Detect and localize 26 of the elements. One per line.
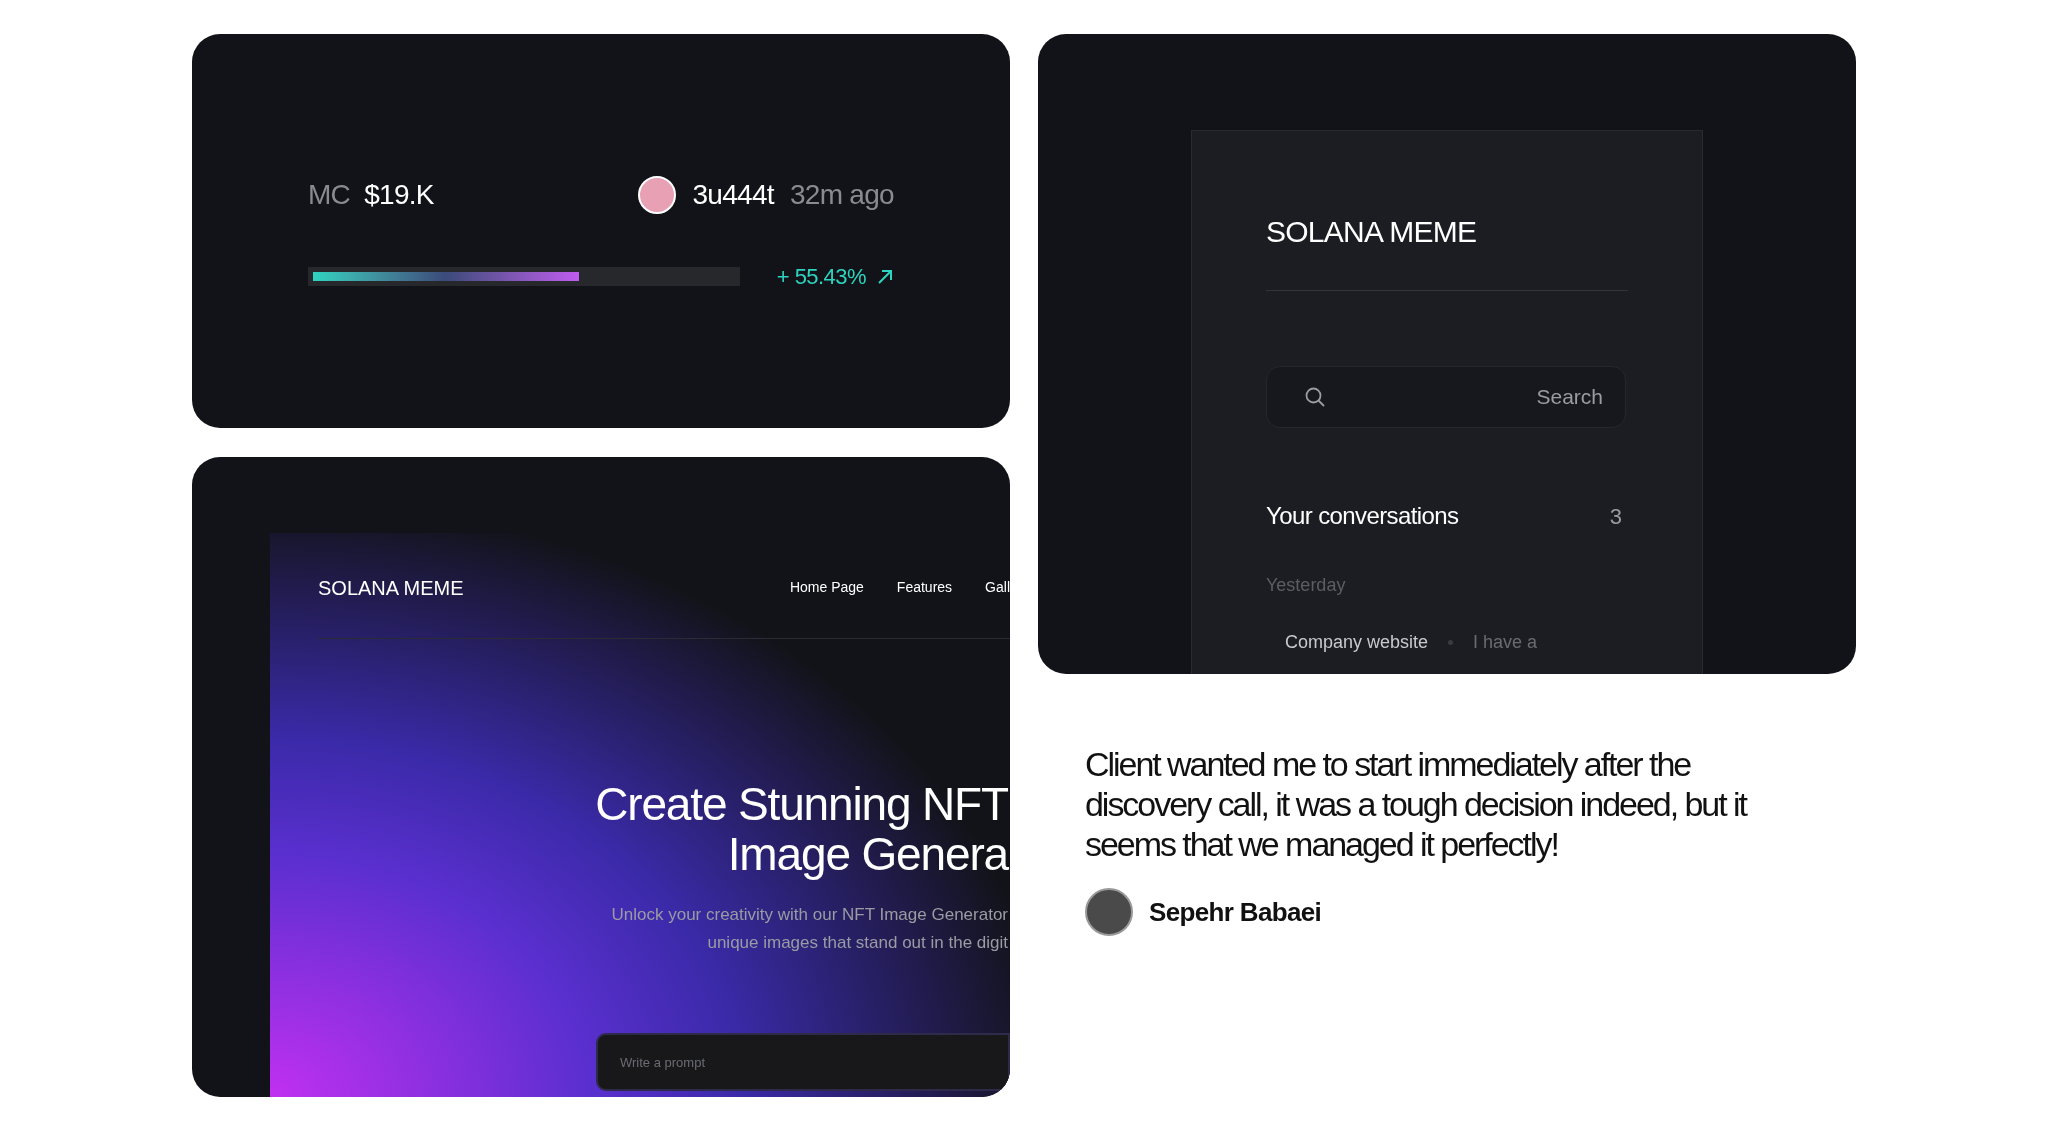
author-name: Sepehr Babaei: [1149, 895, 1322, 929]
market-cap-value: $19.K: [364, 178, 434, 212]
hero-subtitle: Unlock your creativity with our NFT Image Generator: [611, 904, 1008, 926]
post-time: 32m ago: [789, 178, 894, 212]
hero-subtitle: unique images that stand out in the digit: [707, 932, 1008, 954]
section-title: Your conversations: [1266, 501, 1459, 531]
search-field[interactable]: Search: [1266, 366, 1626, 428]
nav-link[interactable]: Gall: [985, 577, 1010, 598]
avatar: [638, 176, 677, 214]
conversation-item[interactable]: Company website I have a: [1285, 629, 1628, 656]
date-group-label: Yesterday: [1266, 574, 1347, 597]
arrow-up-right-icon: [876, 267, 894, 286]
testimonial-quote: Client wanted me to start immediately after the discovery call, it was a tough decision indeed, but it seems that we managed it perfectly!: [1085, 744, 1748, 864]
market-cap-label: MC: [308, 178, 351, 212]
username: 3u444t: [692, 178, 774, 212]
search-icon: [1304, 386, 1326, 408]
nav-link[interactable]: Home Page: [789, 577, 864, 598]
chat-title: SOLANA MEME: [1266, 209, 1628, 291]
prompt-input[interactable]: Write a prompt: [596, 1033, 1010, 1091]
author-avatar: [1085, 888, 1133, 936]
conversation-count: 3: [1609, 502, 1622, 531]
nav-link[interactable]: Features: [896, 577, 953, 598]
price-change: + 55.43%: [776, 263, 866, 291]
hero-headline: Image Genera: [727, 829, 1008, 879]
logo-text: SOLANA MEME: [318, 575, 464, 601]
hero-headline: Create Stunning NFT: [595, 779, 1008, 829]
